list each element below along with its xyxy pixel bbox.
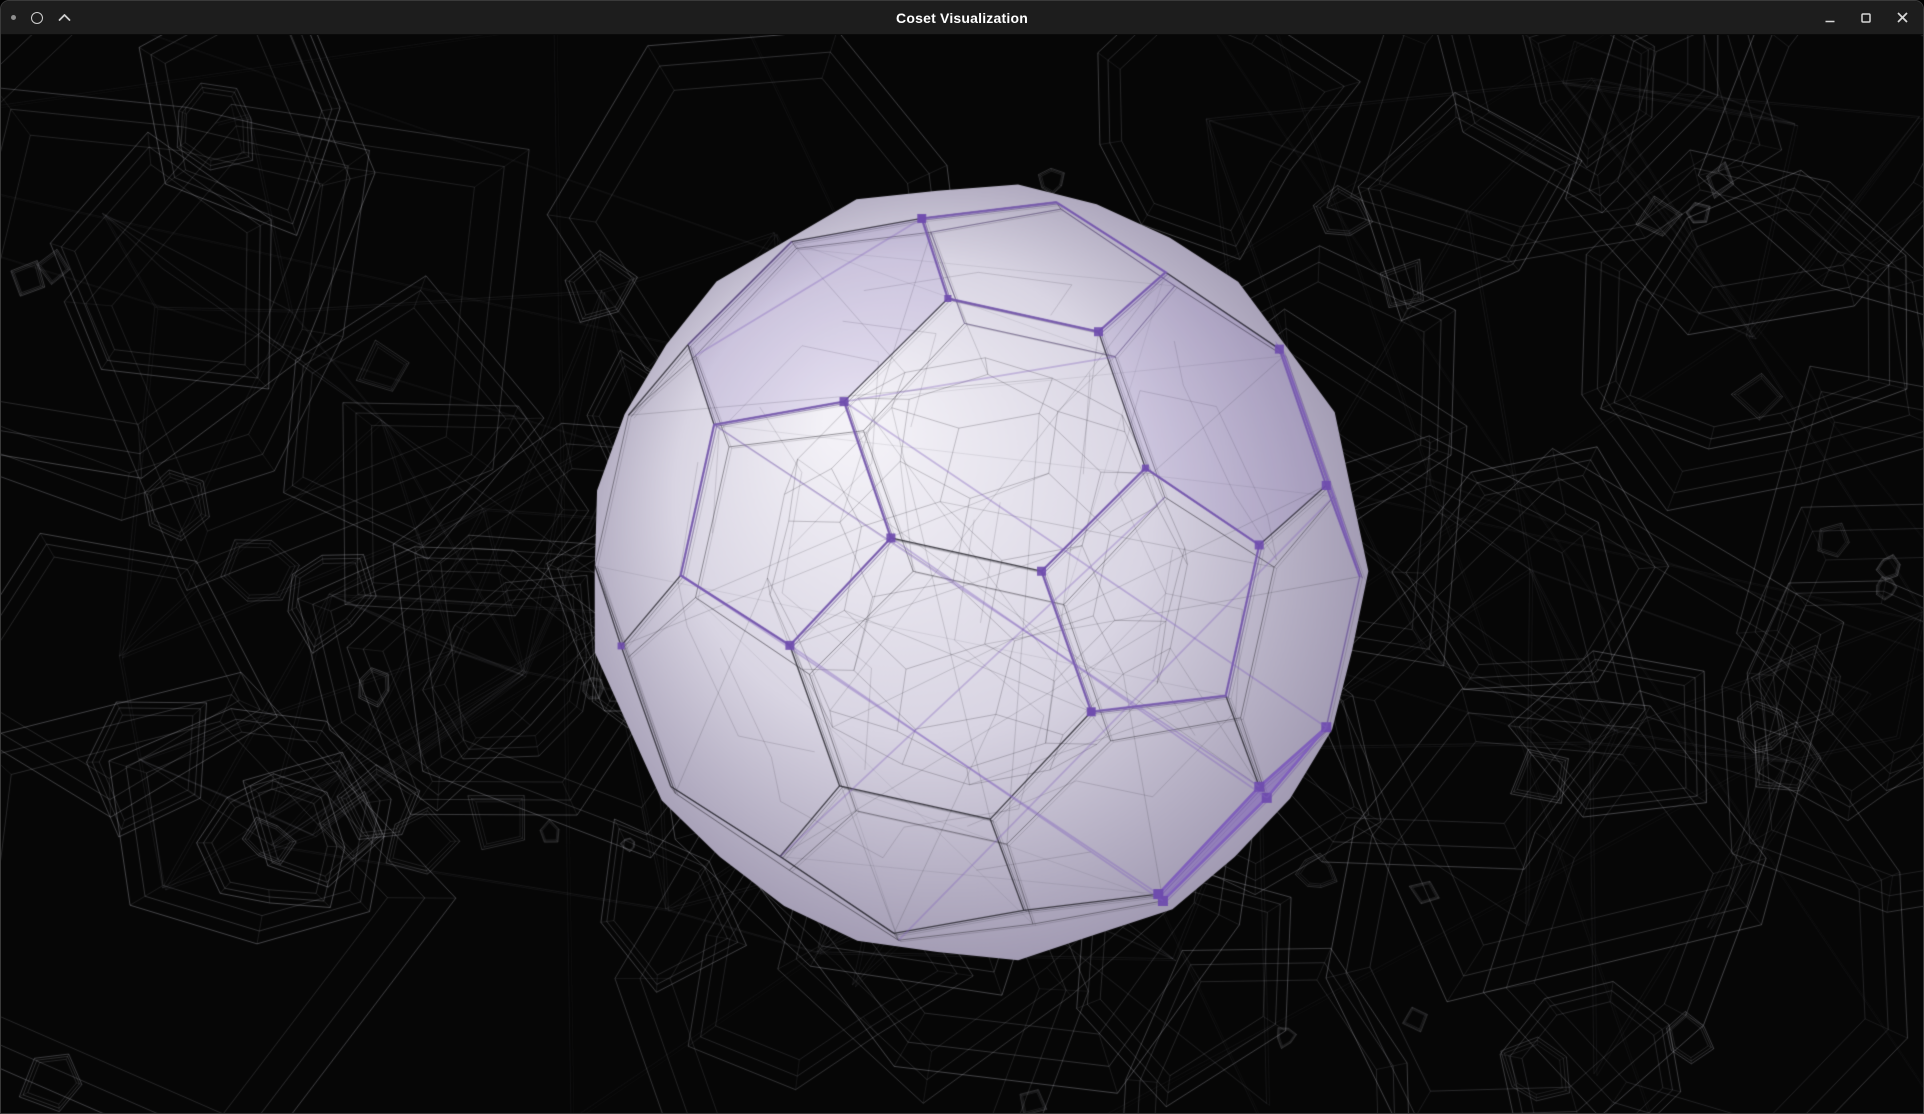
chevron-up-icon[interactable] bbox=[58, 9, 71, 27]
visualization-area bbox=[1, 35, 1923, 1114]
titlebar[interactable]: Coset Visualization bbox=[1, 1, 1923, 35]
close-button[interactable] bbox=[1894, 9, 1911, 26]
minimize-button[interactable] bbox=[1822, 10, 1838, 26]
window-title: Coset Visualization bbox=[896, 10, 1028, 26]
maximize-button[interactable] bbox=[1858, 10, 1874, 26]
app-window: Coset Visualization bbox=[0, 0, 1924, 1114]
titlebar-left-icons bbox=[11, 1, 71, 34]
window-controls bbox=[1822, 1, 1911, 34]
record-circle-icon[interactable] bbox=[31, 12, 43, 24]
app-dot-icon bbox=[11, 15, 16, 20]
coset-visualization-canvas[interactable] bbox=[1, 35, 1923, 1114]
